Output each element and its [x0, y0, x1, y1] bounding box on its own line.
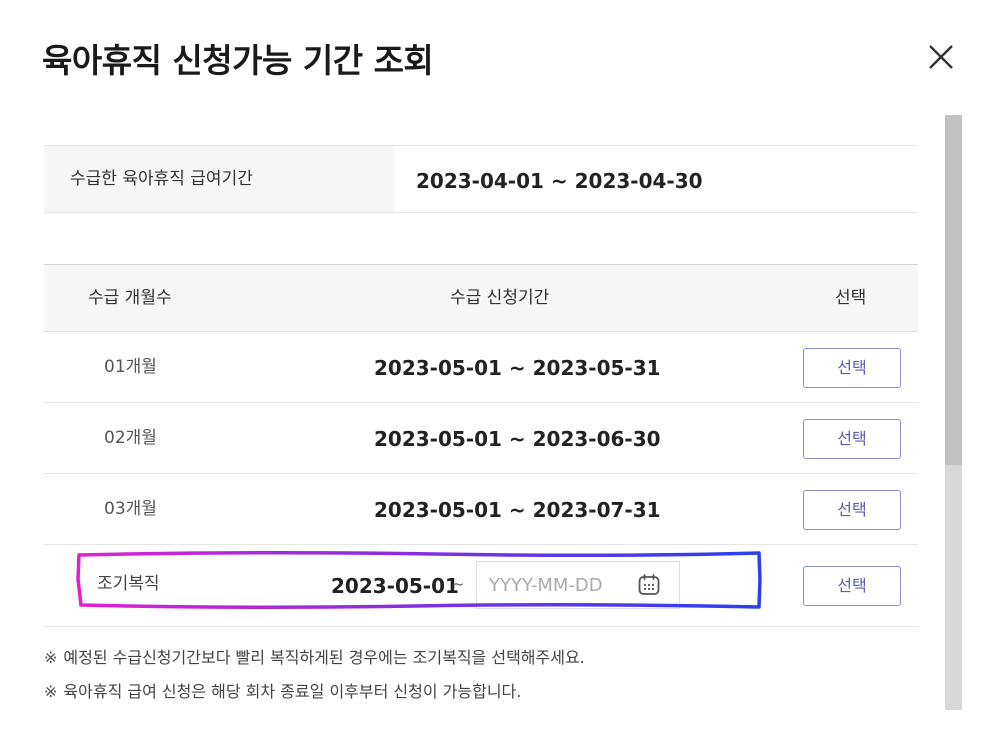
table-row: 03개월 2023-05-01 ~ 2023-07-31 선택	[44, 474, 918, 545]
row-months: 01개월	[104, 357, 157, 377]
end-date-input[interactable]	[477, 562, 627, 608]
row-period: 2023-05-01 ~ 2023-05-31	[374, 356, 661, 380]
received-period-value: 2023-04-01 ~ 2023-04-30	[416, 169, 703, 193]
received-period-label: 수급한 육아휴직 급여기간	[44, 146, 394, 212]
early-return-row: 조기복직 2023-05-01 ~ YYYY-MM-DD 선택	[44, 545, 918, 627]
row-months: 03개월	[104, 499, 157, 519]
calendar-icon[interactable]	[637, 573, 661, 597]
date-range-separator: ~	[452, 575, 465, 593]
select-button-2-months[interactable]: 선택	[803, 419, 901, 459]
close-button[interactable]	[920, 36, 962, 78]
early-return-label: 조기복직	[97, 574, 160, 594]
notice-item: ※ 예정된 수급신청기간보다 빨리 복직하게된 경우에는 조기복직을 선택해주세요…	[44, 641, 918, 675]
header-period: 수급 신청기간	[450, 288, 550, 308]
notice-text: 예정된 수급신청기간보다 빨리 복직하게된 경우에는 조기복직을 선택해주세요.	[63, 648, 585, 667]
notice-list: ※ 예정된 수급신청기간보다 빨리 복직하게된 경우에는 조기복직을 선택해주세요…	[44, 641, 918, 709]
header-months: 수급 개월수	[88, 288, 172, 308]
scrollbar[interactable]	[945, 115, 962, 710]
table-row: 01개월 2023-05-01 ~ 2023-05-31 선택	[44, 332, 918, 403]
row-period: 2023-05-01 ~ 2023-07-31	[374, 498, 661, 522]
notice-item: ※ 육아휴직 급여 신청은 해당 회차 종료일 이후부터 신청이 가능합니다.	[44, 675, 918, 709]
notice-mark: ※	[44, 682, 58, 701]
notice-mark: ※	[44, 648, 58, 667]
select-button-early-return[interactable]: 선택	[803, 566, 901, 606]
table-header: 수급 개월수 수급 신청기간 선택	[44, 264, 918, 332]
select-button-1-month[interactable]: 선택	[803, 348, 901, 388]
dialog-content: 수급한 육아휴직 급여기간 2023-04-01 ~ 2023-04-30 수급…	[44, 115, 918, 732]
scrollbar-thumb[interactable]	[945, 115, 962, 465]
notice-text: 육아휴직 급여 신청은 해당 회차 종료일 이후부터 신청이 가능합니다.	[63, 682, 522, 701]
received-period-summary: 수급한 육아휴직 급여기간 2023-04-01 ~ 2023-04-30	[44, 145, 918, 213]
period-table: 수급 개월수 수급 신청기간 선택 01개월 2023-05-01 ~ 2023…	[44, 264, 918, 627]
end-date-field	[476, 561, 680, 609]
header-select: 선택	[835, 288, 867, 308]
select-button-3-months[interactable]: 선택	[803, 490, 901, 530]
dialog-title: 육아휴직 신청가능 기간 조회	[42, 41, 434, 80]
table-row: 02개월 2023-05-01 ~ 2023-06-30 선택	[44, 403, 918, 474]
close-icon	[929, 45, 953, 69]
row-months: 02개월	[104, 428, 157, 448]
row-period: 2023-05-01 ~ 2023-06-30	[374, 427, 661, 451]
early-return-start-date: 2023-05-01	[331, 574, 459, 598]
